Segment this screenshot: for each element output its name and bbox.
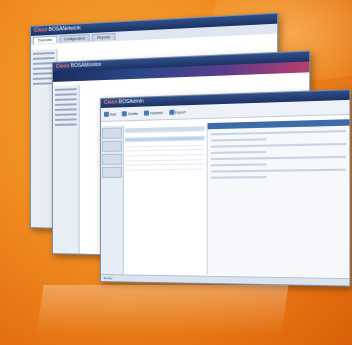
promo-background: Cisco BOSANetwork Overview Configuration… (0, 0, 352, 345)
delete-label: Delete (128, 111, 138, 115)
details-line (211, 138, 266, 141)
front-window-sidebar (101, 125, 124, 281)
sidebar-line (55, 113, 77, 116)
add-label: Add (110, 112, 116, 116)
refresh-label: Refresh (150, 111, 162, 115)
middle-window-title: BOSAMonitor (71, 62, 102, 69)
sidebar-item[interactable] (102, 127, 122, 139)
front-window-brand: Cisco (104, 99, 118, 105)
sidebar-item[interactable] (102, 167, 122, 178)
sidebar-line (33, 52, 55, 55)
middle-window-brand: Cisco (56, 63, 69, 70)
details-line (211, 143, 346, 148)
details-line (211, 169, 346, 173)
export-button[interactable]: Export (169, 107, 186, 117)
table-row[interactable] (125, 165, 205, 171)
details-line (211, 156, 346, 160)
back-window-title: BOSANetwork (49, 25, 81, 33)
tab-overview[interactable]: Overview (33, 36, 57, 44)
export-icon (169, 110, 174, 115)
sidebar-line (55, 98, 77, 101)
details-line (211, 130, 346, 135)
refresh-icon (144, 110, 149, 115)
front-window-title: BOSAdmin (119, 98, 144, 105)
sidebar-line (33, 57, 55, 60)
delete-icon (122, 111, 127, 116)
details-header (208, 119, 350, 129)
sidebar-line (55, 103, 77, 106)
details-line (211, 163, 266, 166)
front-window-table (125, 126, 205, 170)
front-window-details-pane (207, 119, 350, 277)
details-line (211, 176, 266, 179)
sidebar-line (55, 108, 77, 111)
sidebar-line (55, 123, 77, 125)
sidebar-item[interactable] (102, 141, 122, 152)
export-label: Export (175, 110, 185, 114)
details-line (211, 151, 266, 154)
front-app-window: Cisco BOSAdmin Add Delete Refresh Export (100, 89, 351, 287)
sidebar-line (55, 118, 77, 121)
sidebar-item[interactable] (102, 154, 122, 165)
add-icon (104, 112, 109, 117)
sidebar-line (55, 88, 77, 91)
tab-configuration[interactable]: Configuration (59, 34, 90, 43)
sidebar-line (55, 93, 77, 96)
refresh-button[interactable]: Refresh (144, 108, 163, 118)
tab-reports[interactable]: Reports (92, 33, 115, 41)
add-button[interactable]: Add (104, 109, 116, 118)
middle-window-sidebar (53, 85, 80, 254)
back-window-brand: Cisco (34, 27, 47, 34)
delete-button[interactable]: Delete (122, 109, 138, 119)
window-reflection (36, 285, 288, 335)
